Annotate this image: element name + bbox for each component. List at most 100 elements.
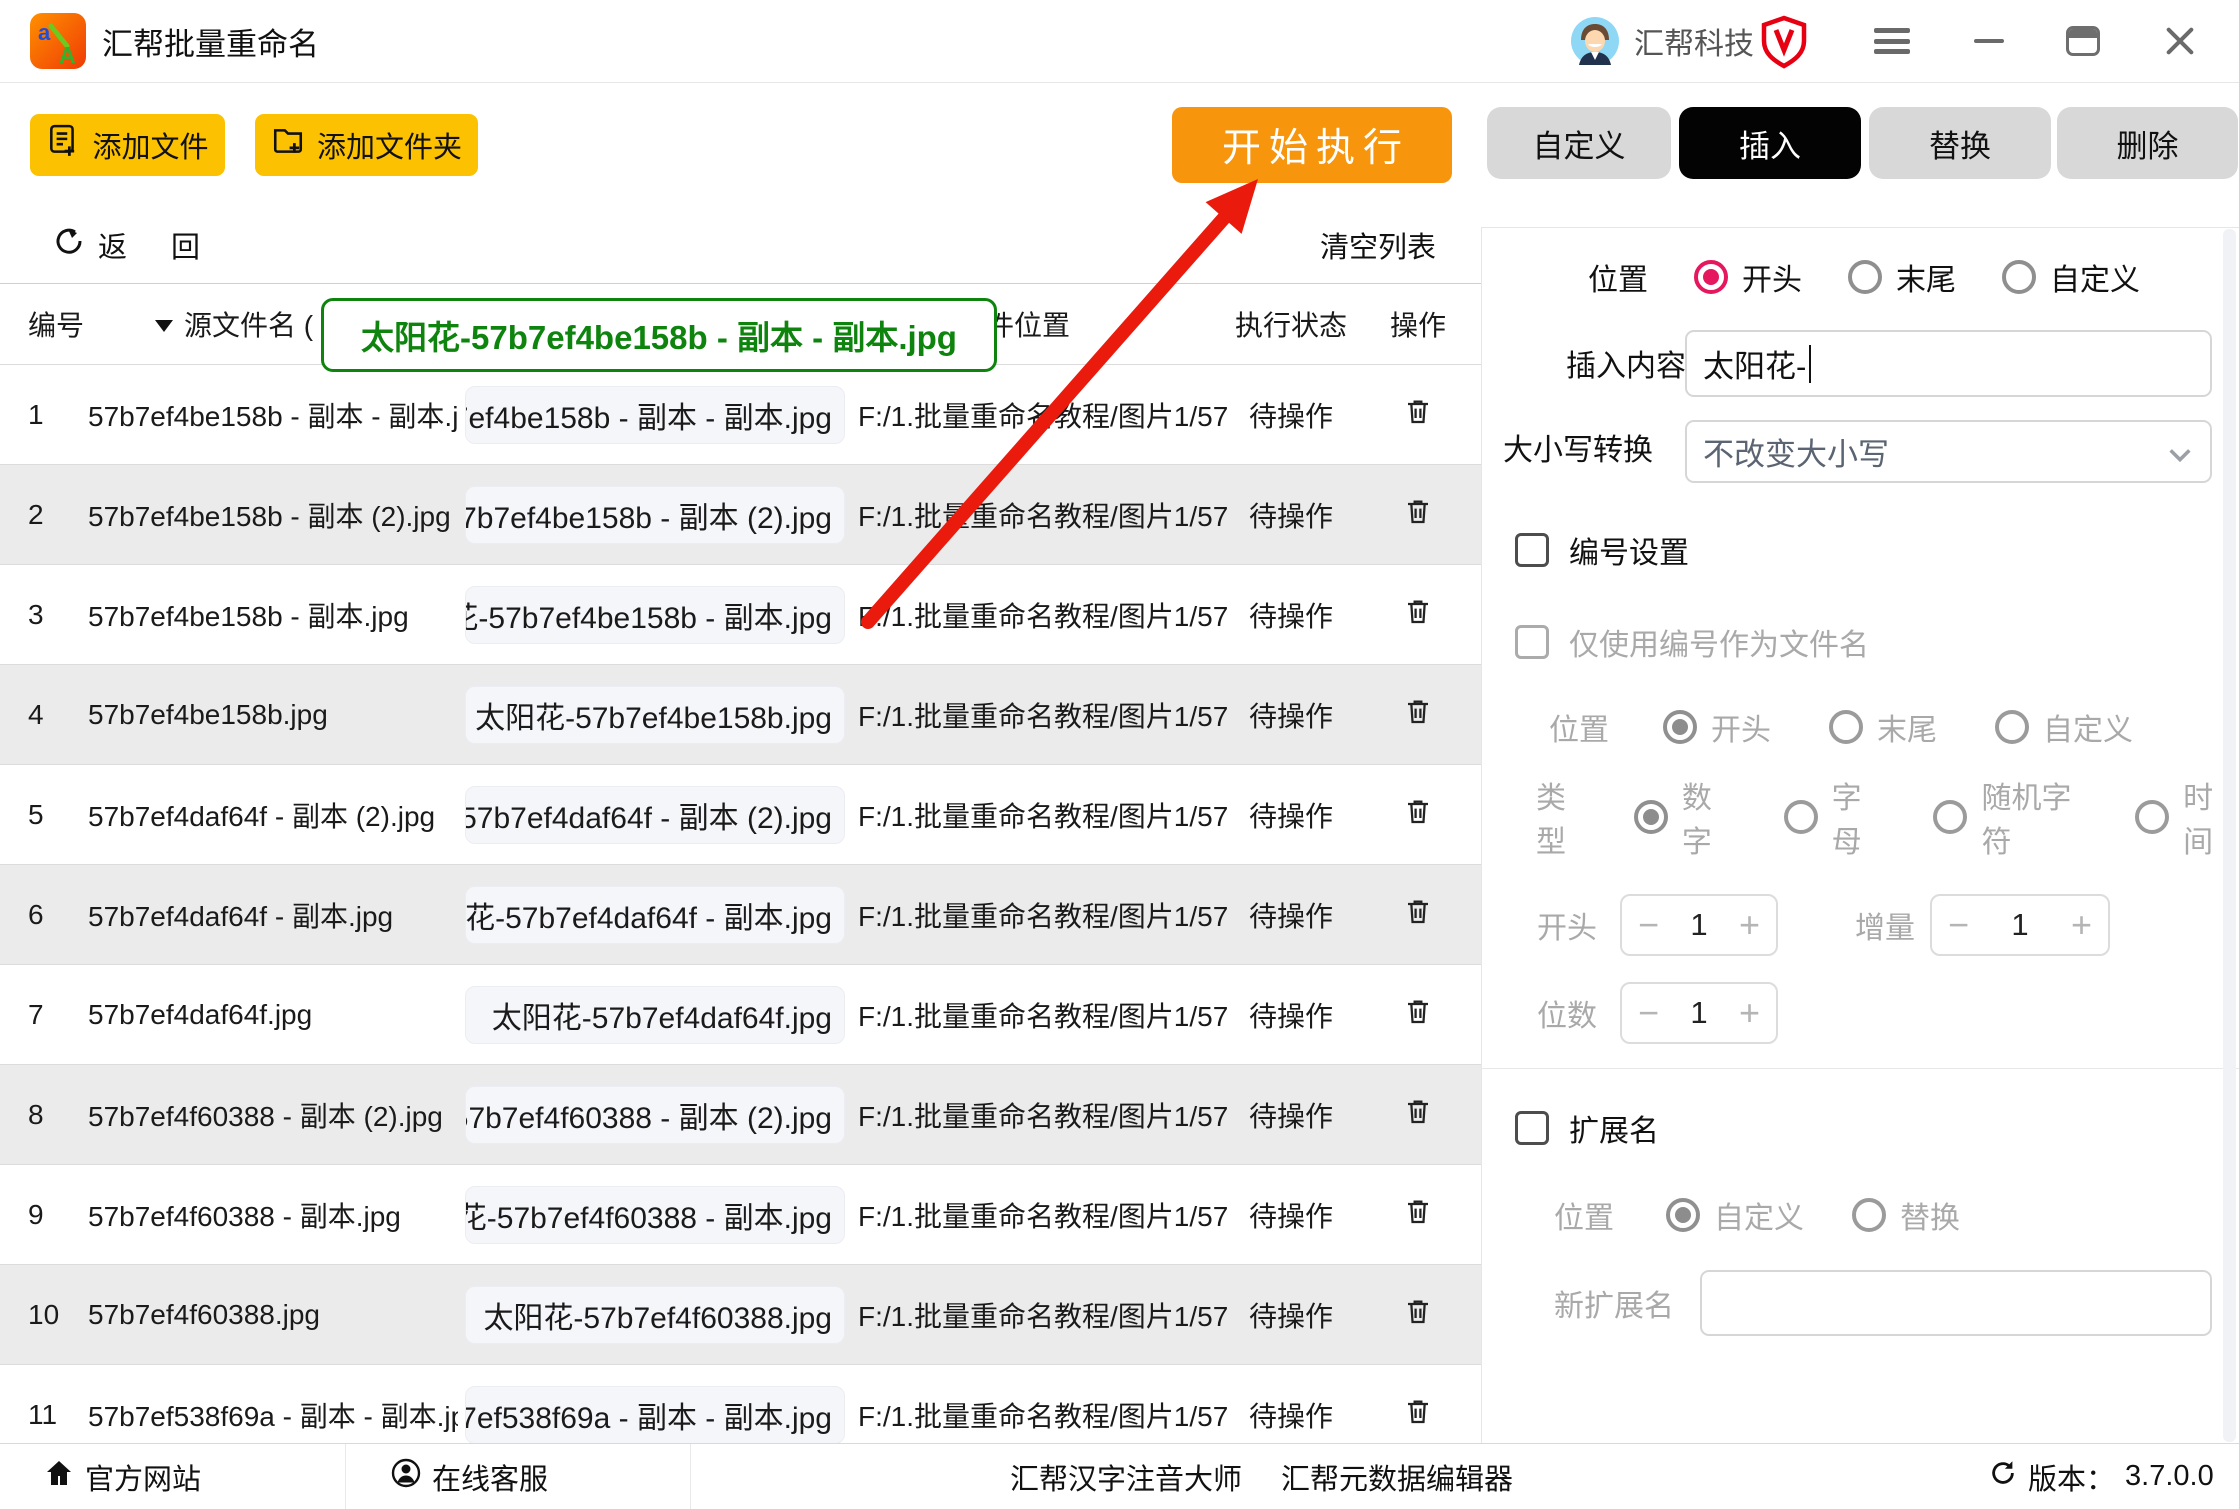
radio-extension-replace[interactable]: [1852, 1198, 1886, 1232]
back-button[interactable]: 返 回: [52, 218, 218, 272]
new-filename-input[interactable]: 太阳花-57b7ef4daf64f - 副本 (2).jpg: [465, 786, 845, 844]
numbering-checkbox[interactable]: [1515, 533, 1549, 567]
menu-button[interactable]: [1862, 0, 1922, 82]
delete-row-button[interactable]: [1390, 1165, 1446, 1265]
trash-icon: [1402, 796, 1434, 835]
execution-status: 待操作: [1231, 865, 1351, 965]
panel-scrollbar[interactable]: [2223, 229, 2236, 1442]
close-button[interactable]: [2150, 0, 2210, 82]
official-site-link[interactable]: 官方网站: [43, 1444, 201, 1509]
insert-content-input[interactable]: 太阳花-: [1685, 330, 2212, 397]
title-bar: a A 汇帮批量重命名 汇帮科技: [0, 0, 2239, 83]
back-label: 返 回: [98, 224, 218, 266]
row-number: 8: [28, 1065, 44, 1165]
delete-row-button[interactable]: [1390, 765, 1446, 865]
minus-button[interactable]: −: [1638, 907, 1659, 943]
radio-numbering-position-start-label: 开头: [1711, 705, 1771, 749]
new-extension-input[interactable]: [1700, 1270, 2212, 1336]
new-filename-input[interactable]: 太阳花-57b7ef4be158b.jpg: [465, 686, 845, 744]
app1-link[interactable]: 汇帮汉字注音大师: [1010, 1444, 1242, 1509]
delete-row-button[interactable]: [1390, 1365, 1446, 1443]
digits-stepper: − 1 +: [1620, 982, 1778, 1044]
trash-icon: [1402, 1396, 1434, 1435]
new-filename-input[interactable]: 太阳花-57b7ef4f60388 - 副本 (2).jpg: [465, 1086, 845, 1144]
new-extension-label: 新扩展名: [1554, 1272, 1674, 1334]
delete-row-button[interactable]: [1390, 1065, 1446, 1165]
extension-checkbox[interactable]: [1515, 1111, 1549, 1145]
digits-label: 位数: [1537, 982, 1597, 1044]
new-filename-text: 太阳花-57b7ef4be158b - 副本.jpg: [465, 593, 832, 637]
delete-row-button[interactable]: [1390, 465, 1446, 565]
tab-custom[interactable]: 自定义: [1487, 107, 1671, 179]
sort-desc-icon[interactable]: [155, 320, 173, 332]
new-filename-input[interactable]: 太阳花-57b7ef4daf64f.jpg: [465, 986, 845, 1044]
new-filename-input[interactable]: 太阳花-57b7ef4be158b - 副本 - 副本.jpg: [465, 386, 845, 444]
radio-insert-position-end[interactable]: [1848, 260, 1882, 294]
execution-status: 待操作: [1231, 1065, 1351, 1165]
delete-row-button[interactable]: [1390, 965, 1446, 1065]
maximize-button[interactable]: [2053, 0, 2113, 82]
new-filename-input[interactable]: 太阳花-57b7ef4f60388 - 副本.jpg: [465, 1186, 845, 1244]
source-filename: 57b7ef538f69a - 副本 - 副本.jpg: [88, 1365, 458, 1443]
new-filename-input[interactable]: 太阳花-57b7ef538f69a - 副本 - 副本.jpg: [465, 1386, 845, 1443]
tab-delete[interactable]: 删除: [2057, 107, 2238, 179]
company-name: 汇帮科技: [1634, 0, 1754, 82]
radio-type-number[interactable]: [1634, 800, 1668, 834]
radio-extension-custom[interactable]: [1666, 1198, 1700, 1232]
file-location: F:/1.批量重命名教程/图片1/57b7e: [858, 865, 1230, 965]
add-file-button[interactable]: 添加文件: [30, 114, 225, 176]
radio-type-random[interactable]: [1933, 800, 1967, 834]
new-filename-input[interactable]: 太阳花-57b7ef4be158b - 副本.jpg: [465, 586, 845, 644]
delete-row-button[interactable]: [1390, 865, 1446, 965]
tab-delete-label: 删除: [2117, 121, 2179, 166]
delete-row-button[interactable]: [1390, 1265, 1446, 1365]
minus-button[interactable]: −: [1948, 907, 1969, 943]
new-filename-input[interactable]: 太阳花-57b7ef4f60388.jpg: [465, 1286, 845, 1344]
app-window: a A 汇帮批量重命名 汇帮科技: [0, 0, 2239, 1509]
add-folder-button[interactable]: 添加文件夹: [255, 114, 478, 176]
start-execute-button[interactable]: 开始执行: [1172, 107, 1452, 183]
radio-numbering-position-start[interactable]: [1663, 710, 1697, 744]
delete-row-button[interactable]: [1390, 365, 1446, 465]
chevron-down-icon: [2168, 434, 2192, 470]
plus-button[interactable]: +: [1739, 995, 1760, 1031]
new-filename-input[interactable]: 太阳花-57b7ef4daf64f - 副本.jpg: [465, 886, 845, 944]
radio-type-letter[interactable]: [1784, 800, 1818, 834]
clear-list-button[interactable]: 清空列表: [1320, 218, 1436, 272]
radio-insert-position-start[interactable]: [1694, 260, 1728, 294]
app2-link[interactable]: 汇帮元数据编辑器: [1281, 1444, 1513, 1509]
delete-row-button[interactable]: [1390, 565, 1446, 665]
user-avatar[interactable]: [1571, 17, 1619, 65]
plus-button[interactable]: +: [2071, 907, 2092, 943]
minimize-button[interactable]: [1959, 0, 2019, 82]
radio-type-time[interactable]: [2135, 800, 2169, 834]
home-icon: [43, 1457, 75, 1497]
radio-numbering-position-end[interactable]: [1829, 710, 1863, 744]
radio-insert-position-custom-label: 自定义: [2050, 255, 2140, 299]
tab-insert[interactable]: 插入: [1679, 107, 1861, 179]
panel-divider: [1481, 1068, 2239, 1069]
footer-separator: [345, 1444, 346, 1509]
case-convert-value: 不改变大小写: [1703, 429, 1889, 474]
col-header-source[interactable]: 源文件名 ( 2: [184, 284, 336, 364]
row-number: 5: [28, 765, 44, 865]
radio-insert-position-custom[interactable]: [2002, 260, 2036, 294]
digits-value: 1: [1690, 995, 1707, 1031]
online-support-link[interactable]: 在线客服: [390, 1444, 548, 1509]
radio-insert-position-start-label: 开头: [1742, 255, 1802, 299]
only-number-checkbox[interactable]: [1515, 625, 1549, 659]
case-convert-select[interactable]: 不改变大小写: [1685, 420, 2212, 483]
trash-icon: [1402, 1196, 1434, 1235]
close-icon: [2164, 25, 2196, 57]
col-header-num: 编号: [28, 284, 84, 364]
version-label: 版本：: [2028, 1456, 2115, 1498]
minus-button[interactable]: −: [1638, 995, 1659, 1031]
update-refresh-icon[interactable]: [1988, 1458, 2018, 1496]
delete-row-button[interactable]: [1390, 665, 1446, 765]
plus-button[interactable]: +: [1739, 907, 1760, 943]
radio-numbering-position-custom[interactable]: [1995, 710, 2029, 744]
new-filename-input[interactable]: 太阳花-57b7ef4be158b - 副本 (2).jpg: [465, 486, 845, 544]
support-agent-icon: [390, 1457, 422, 1497]
tab-replace[interactable]: 替换: [1869, 107, 2051, 179]
table-row: 457b7ef4be158b.jpg太阳花-57b7ef4be158b.jpgF…: [0, 665, 1481, 765]
